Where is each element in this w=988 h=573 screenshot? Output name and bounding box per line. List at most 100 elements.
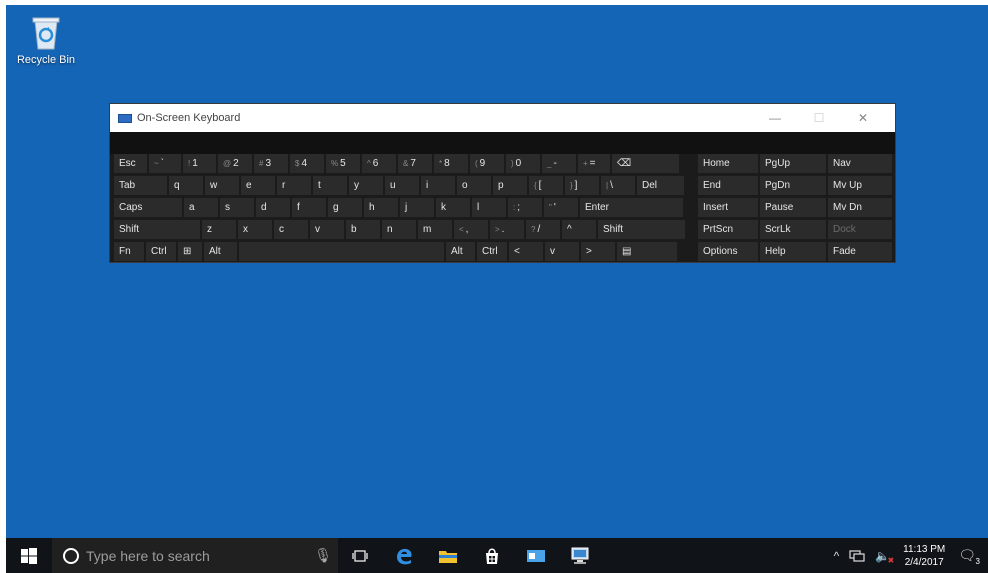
key-ctrl[interactable]: Ctrl bbox=[146, 242, 176, 261]
edge-button[interactable] bbox=[382, 538, 426, 573]
key-mv-dn[interactable]: Mv Dn bbox=[828, 198, 892, 217]
key-z[interactable]: z bbox=[202, 220, 236, 239]
maximize-button[interactable]: ☐ bbox=[797, 104, 841, 132]
key-l[interactable]: l bbox=[472, 198, 506, 217]
key-space[interactable] bbox=[239, 242, 444, 261]
key-1[interactable]: ! 1 bbox=[183, 154, 216, 173]
show-hidden-icons-chevron-icon[interactable]: ^ bbox=[834, 549, 840, 563]
store-button[interactable] bbox=[470, 538, 514, 573]
title-bar[interactable]: On-Screen Keyboard — ☐ ✕ bbox=[110, 104, 895, 132]
key-ctrl[interactable]: Ctrl bbox=[477, 242, 507, 261]
key-m[interactable]: m bbox=[418, 220, 452, 239]
key-h[interactable]: h bbox=[364, 198, 398, 217]
key-x[interactable]: x bbox=[238, 220, 272, 239]
key-left-arrow[interactable]: < bbox=[509, 242, 543, 261]
key-g[interactable]: g bbox=[328, 198, 362, 217]
key-8[interactable]: * 8 bbox=[434, 154, 468, 173]
clock[interactable]: 11:13 PM 2/4/2017 bbox=[903, 543, 945, 569]
key-4[interactable]: $4 bbox=[290, 154, 324, 173]
key-help[interactable]: Help bbox=[760, 242, 826, 261]
close-button[interactable]: ✕ bbox=[841, 104, 885, 132]
volume-muted-icon[interactable]: 🔈 ✖ bbox=[875, 549, 894, 565]
key-symbol[interactable]: _ - bbox=[542, 154, 576, 173]
key-symbol[interactable]: :; bbox=[508, 198, 542, 217]
key-6[interactable]: ^ 6 bbox=[362, 154, 396, 173]
key-t[interactable]: t bbox=[313, 176, 347, 195]
key-options[interactable]: Options bbox=[698, 242, 758, 261]
action-center-icon[interactable]: 🗨 3 bbox=[958, 547, 980, 566]
key-o[interactable]: o bbox=[457, 176, 491, 195]
key-down-arrow[interactable]: v bbox=[310, 220, 344, 239]
key-alt[interactable]: Alt bbox=[204, 242, 237, 261]
key-j[interactable]: j bbox=[400, 198, 434, 217]
start-button[interactable] bbox=[6, 538, 52, 573]
key-a[interactable]: a bbox=[184, 198, 218, 217]
key-alt[interactable]: Alt bbox=[446, 242, 475, 261]
task-view-button[interactable] bbox=[338, 538, 382, 573]
key-backspace[interactable]: ⌫ bbox=[612, 154, 679, 173]
key-prtscn[interactable]: PrtScn bbox=[698, 220, 758, 239]
key-caps[interactable]: Caps bbox=[114, 198, 182, 217]
key-c[interactable]: c bbox=[274, 220, 308, 239]
key-q[interactable]: q bbox=[169, 176, 203, 195]
key-n[interactable]: n bbox=[382, 220, 416, 239]
key-7[interactable]: & 7 bbox=[398, 154, 432, 173]
key-scrlk[interactable]: ScrLk bbox=[760, 220, 826, 239]
key-shift[interactable]: Shift bbox=[598, 220, 685, 239]
key-r[interactable]: r bbox=[277, 176, 311, 195]
mail-button[interactable] bbox=[514, 538, 558, 573]
key-fn[interactable]: Fn bbox=[114, 242, 144, 261]
key-2[interactable]: @2 bbox=[218, 154, 252, 173]
key-symbol[interactable]: ? / bbox=[526, 220, 560, 239]
key-shift[interactable]: Shift bbox=[114, 220, 200, 239]
key-del[interactable]: Del bbox=[637, 176, 684, 195]
key-enter[interactable]: Enter bbox=[580, 198, 683, 217]
key-0[interactable]: ) 0 bbox=[506, 154, 540, 173]
key-k[interactable]: k bbox=[436, 198, 470, 217]
key-y[interactable]: y bbox=[349, 176, 383, 195]
key-fade[interactable]: Fade bbox=[828, 242, 892, 261]
key-pause[interactable]: Pause bbox=[760, 198, 826, 217]
key-5[interactable]: % 5 bbox=[326, 154, 360, 173]
key-3[interactable]: #3 bbox=[254, 154, 288, 173]
key-esc[interactable]: Esc bbox=[114, 154, 147, 173]
microphone-icon[interactable]: 🎙 bbox=[314, 547, 332, 564]
key-symbol[interactable]: }] bbox=[565, 176, 599, 195]
key-up-arrow[interactable]: ^ bbox=[562, 220, 596, 239]
key-nav[interactable]: Nav bbox=[828, 154, 892, 173]
minimize-button[interactable]: — bbox=[753, 104, 797, 132]
key-symbol[interactable]: " ' bbox=[544, 198, 578, 217]
key-home[interactable]: Home bbox=[698, 154, 758, 173]
key-end[interactable]: End bbox=[698, 176, 758, 195]
key-pgup[interactable]: PgUp bbox=[760, 154, 826, 173]
key-symbol[interactable]: ~ ` bbox=[149, 154, 181, 173]
key-down-arrow[interactable]: v bbox=[545, 242, 579, 261]
key-windows[interactable]: ⊞ bbox=[178, 242, 202, 261]
key-right-arrow[interactable]: > bbox=[581, 242, 615, 261]
key-pgdn[interactable]: PgDn bbox=[760, 176, 826, 195]
key-symbol[interactable]: <, bbox=[454, 220, 488, 239]
key-insert[interactable]: Insert bbox=[698, 198, 758, 217]
search-box[interactable]: Type here to search 🎙 bbox=[52, 538, 338, 573]
key-9[interactable]: (9 bbox=[470, 154, 504, 173]
key-i[interactable]: i bbox=[421, 176, 455, 195]
key-menu[interactable]: ▤ bbox=[617, 242, 677, 261]
key-w[interactable]: w bbox=[205, 176, 239, 195]
key-u[interactable]: u bbox=[385, 176, 419, 195]
recycle-bin-shortcut[interactable]: Recycle Bin bbox=[12, 15, 80, 66]
key-mv-up[interactable]: Mv Up bbox=[828, 176, 892, 195]
key-symbol[interactable]: | \ bbox=[601, 176, 635, 195]
network-icon[interactable] bbox=[849, 549, 865, 562]
key-tab[interactable]: Tab bbox=[114, 176, 167, 195]
key-b[interactable]: b bbox=[346, 220, 380, 239]
network-app-button[interactable] bbox=[558, 538, 602, 573]
file-explorer-button[interactable] bbox=[426, 538, 470, 573]
key-d[interactable]: d bbox=[256, 198, 290, 217]
key-symbol[interactable]: + = bbox=[578, 154, 610, 173]
key-f[interactable]: f bbox=[292, 198, 326, 217]
key-e[interactable]: e bbox=[241, 176, 275, 195]
key-s[interactable]: s bbox=[220, 198, 254, 217]
key-symbol[interactable]: {[ bbox=[529, 176, 563, 195]
key-p[interactable]: p bbox=[493, 176, 527, 195]
key-dock[interactable]: Dock bbox=[828, 220, 892, 239]
